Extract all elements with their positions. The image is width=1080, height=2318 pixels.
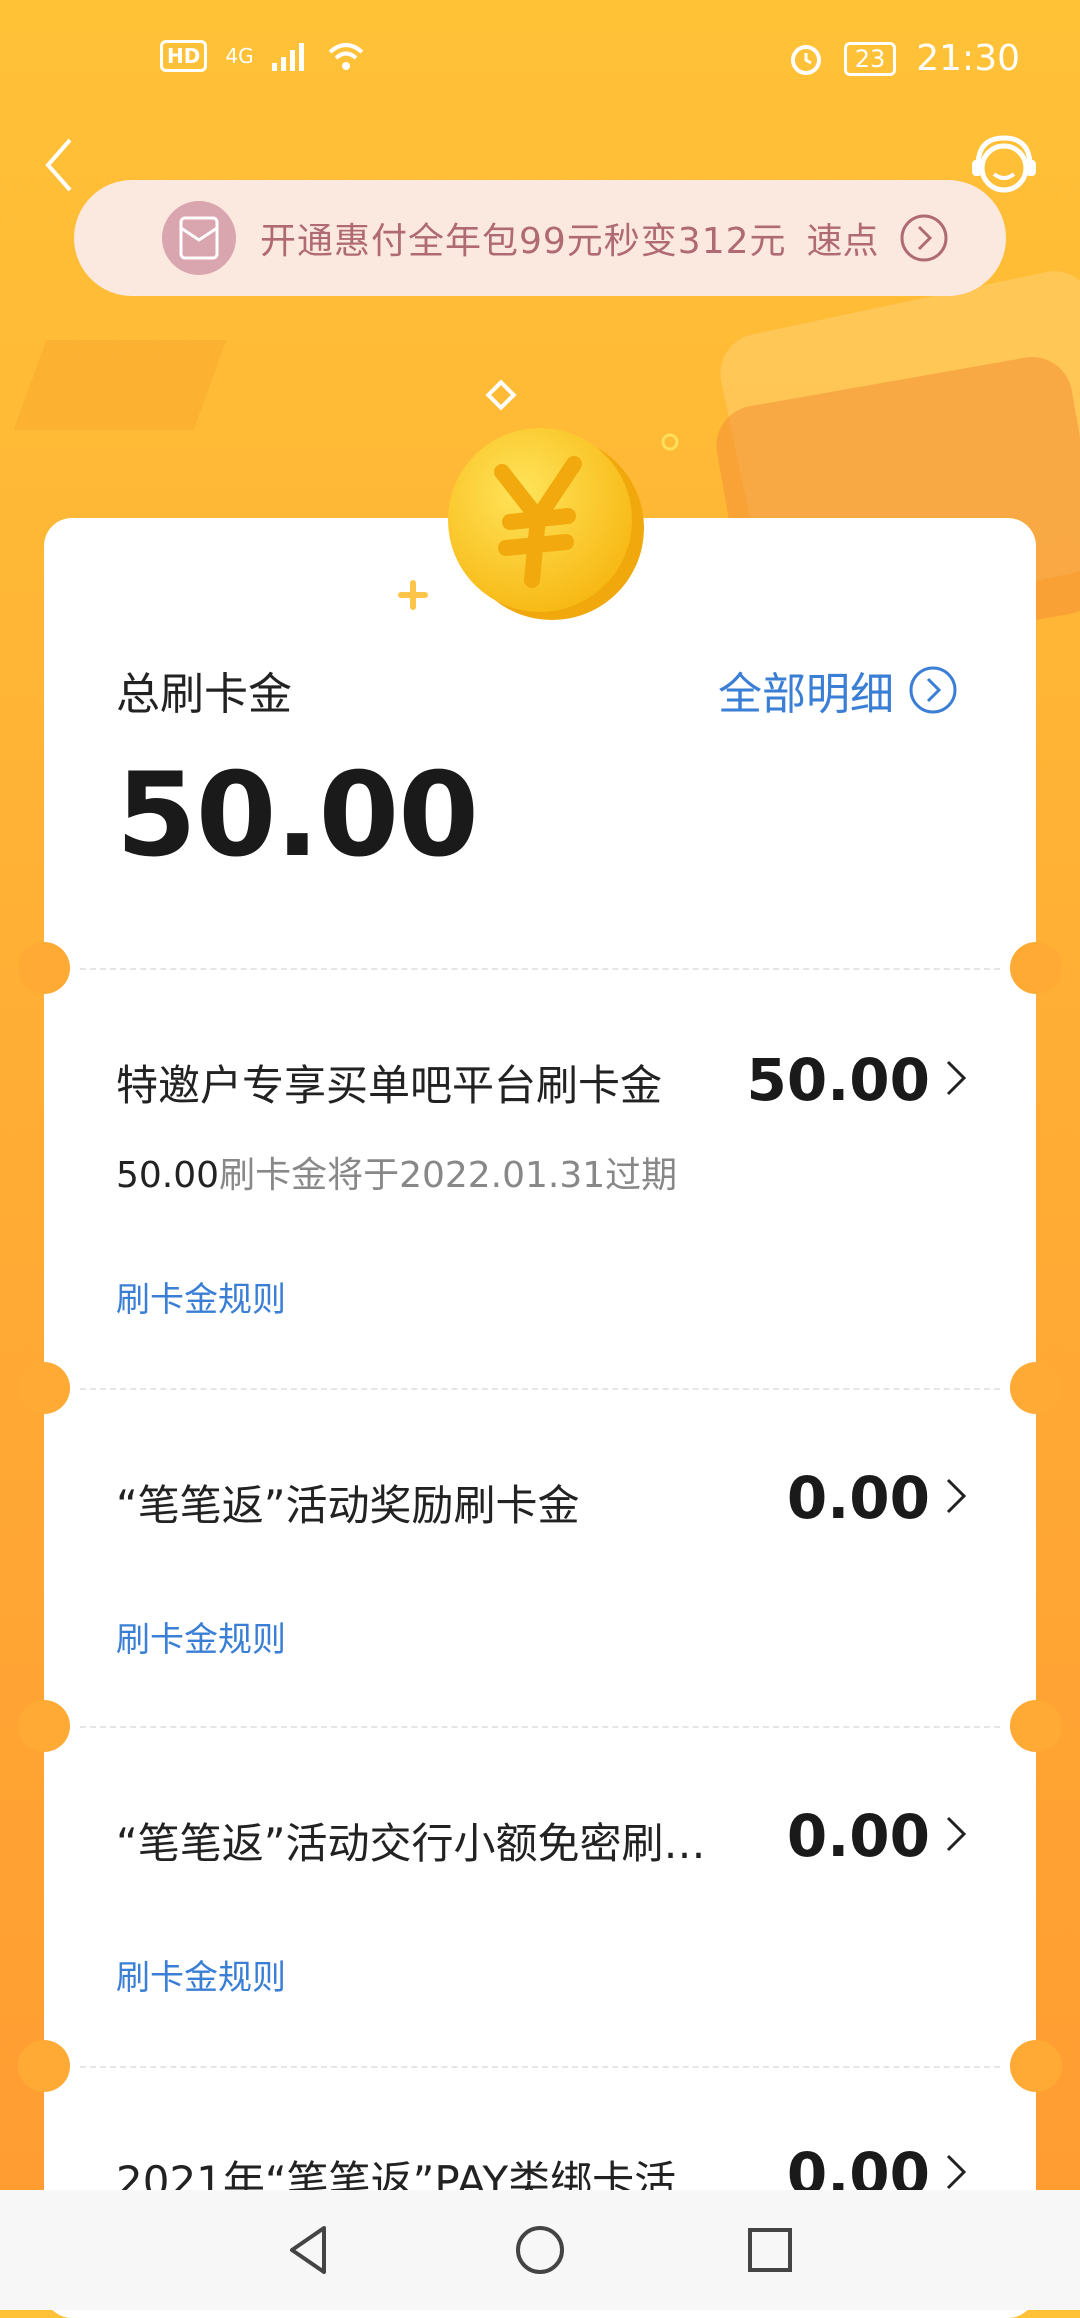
divider [80,1388,1000,1390]
total-value: 50.00 [116,748,479,883]
card-notch [1010,1700,1062,1752]
battery-icon: 23 [843,41,897,76]
total-label: 总刷卡金 [116,669,292,720]
card-notch [18,1362,70,1414]
item-expiry-text: 刷卡金将于2022.01.31过期 [219,1155,678,1196]
item-expiry: 50.00刷卡金将于2022.01.31过期 [116,1146,677,1198]
nav-recents-icon[interactable] [740,2220,800,2280]
item-value: 0.00 [786,1802,930,1870]
divider [80,1726,1000,1728]
network-label: 4G [225,44,254,68]
rules-link[interactable]: 刷卡金规则 [116,1612,286,1661]
promo-text: 开通惠付全年包99元秒变312元 [260,221,787,262]
card-notch [18,942,70,994]
divider [80,2066,1000,2068]
decor-gift-shape [13,340,227,430]
item-title: “笔笔返”活动奖励刷卡金 [116,1481,580,1530]
card-notch [18,2040,70,2092]
system-nav-bar [0,2190,1080,2310]
card-notch [1010,942,1062,994]
coin-icon [448,428,644,620]
divider [80,968,1000,970]
item-expiry-amount: 50.00 [116,1155,220,1196]
signal-icon [271,43,304,71]
item-title: 特邀户专享买单吧平台刷卡金 [116,1061,663,1110]
alarm-icon [790,44,821,75]
chevron-right-circle-icon[interactable] [899,213,949,263]
chevron-right-icon [946,1478,967,1514]
sparkle-icon [398,580,428,610]
promo-banner[interactable]: 开通惠付全年包99元秒变312元 速点 [74,180,1006,296]
chevron-right-icon [946,2154,967,2190]
nav-home-icon[interactable] [510,2220,570,2280]
nav-back-icon[interactable] [280,2220,340,2280]
rules-link[interactable]: 刷卡金规则 [116,1272,286,1321]
chevron-right-circle-icon [909,666,957,714]
item-value: 0.00 [786,1464,930,1532]
clock: 21:30 [916,38,1020,79]
promo-cta[interactable]: 速点 [807,212,879,264]
all-details-label: 全部明细 [718,669,894,720]
card-notch [1010,1362,1062,1414]
sparkle-icon [485,379,517,411]
card-notch [1010,2040,1062,2092]
wifi-icon [328,43,363,70]
status-bar: HD 4G 23 21:30 [0,0,1080,120]
all-details-link[interactable]: 全部明细 [718,658,958,722]
chevron-right-icon [946,1060,967,1096]
item-title: “笔笔返”活动交行小额免密刷… [116,1819,706,1868]
chevron-right-icon [946,1816,967,1852]
back-icon[interactable] [40,135,80,195]
item-value: 50.00 [746,1046,930,1114]
hd-icon: HD [160,40,208,72]
red-envelope-icon [162,201,236,275]
card-notch [18,1700,70,1752]
balance-card: 总刷卡金 全部明细 50.00 特邀户专享买单吧平台刷卡金 50.00 50.0… [18,518,1062,2318]
sparkle-icon [661,433,679,451]
rules-link[interactable]: 刷卡金规则 [116,1950,286,1999]
